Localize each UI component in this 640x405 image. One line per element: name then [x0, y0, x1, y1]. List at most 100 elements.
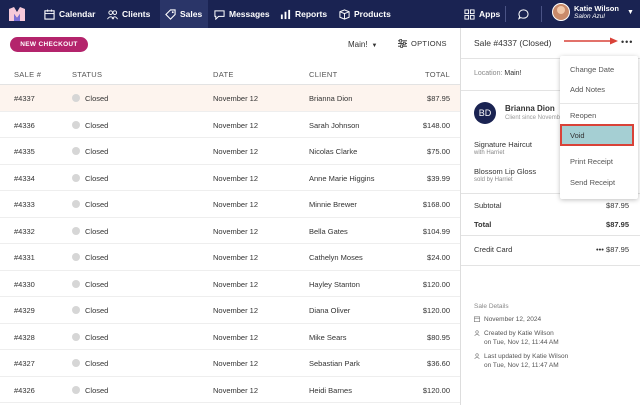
panel-title: Sale #4337 (Closed) — [474, 38, 552, 48]
subtotal-label: Subtotal — [474, 201, 502, 210]
nav-products[interactable]: Products — [339, 0, 391, 28]
table-row[interactable]: #4336 Closed November 12 Sarah Johnson $148.… — [0, 112, 460, 138]
client-name[interactable]: Brianna Dion — [505, 104, 555, 113]
table-row[interactable]: #4335 Closed November 12 Nicolas Clarke $75.… — [0, 138, 460, 165]
status-dot-icon — [72, 94, 80, 102]
cell-status: Closed — [72, 306, 108, 315]
status-label: Closed — [85, 359, 109, 368]
calendar-icon — [474, 316, 480, 322]
table-row[interactable]: #4328 Closed November 12 Mike Sears $80.95 — [0, 324, 460, 350]
table-row[interactable]: #4331 Closed November 12 Cathelyn Moses $24.… — [0, 244, 460, 271]
status-label: Closed — [85, 253, 109, 262]
table-row[interactable]: #4333 Closed November 12 Minnie Brewer $168.… — [0, 191, 460, 218]
status-label: Closed — [85, 226, 109, 236]
cell-date: November 12 — [213, 147, 259, 156]
cell-sale-number: #4334 — [14, 173, 35, 183]
table-row[interactable]: #4326 Closed November 12 Heidi Barnes $120.0… — [0, 377, 460, 403]
menu-item-add-notes[interactable]: Add Notes — [560, 78, 638, 100]
cell-sale-number: #4333 — [14, 200, 35, 209]
status-label: Closed — [85, 200, 109, 209]
cell-sale-number: #4337 — [14, 94, 35, 103]
cell-client: Mike Sears — [309, 332, 347, 342]
line-item-staff: with Harriet — [474, 150, 505, 156]
detail-created-by: Created by Katie Wilson — [484, 330, 554, 337]
cell-status: Closed — [72, 200, 108, 209]
new-checkout-button[interactable]: NEW CHECKOUT — [10, 37, 88, 52]
cell-status: Closed — [72, 385, 108, 395]
header-sale[interactable]: SALE # — [14, 70, 41, 79]
panel-location-label: Location: — [474, 70, 503, 77]
cell-status: Closed — [72, 173, 108, 183]
status-dot-icon — [72, 226, 80, 235]
detail-date-text: November 12, 2024 — [484, 316, 542, 323]
brand-logo[interactable] — [8, 6, 26, 22]
nav-messages[interactable]: Messages — [214, 0, 270, 28]
table-row[interactable]: #4334 Closed November 12 Anne Marie Higgins… — [0, 165, 460, 191]
menu-item-void[interactable]: Void — [560, 124, 634, 146]
header-status[interactable]: STATUS — [72, 70, 102, 79]
menu-item-print-receipt[interactable]: Print Receipt — [560, 150, 638, 172]
cell-status: Closed — [72, 279, 109, 289]
cell-total: $104.99 — [422, 226, 450, 236]
detail-updated: Last updated by Katie Wilson on Tue, Nov… — [474, 352, 568, 370]
detail-created-at: on Tue, Nov 12, 11:44 AM — [484, 339, 559, 346]
cell-date: November 12 — [213, 120, 259, 130]
tag-icon — [165, 8, 176, 20]
table-row[interactable]: #4337 Closed November 12 Brianna Dion $87.95 — [0, 85, 460, 112]
nav-clients[interactable]: Clients — [107, 0, 150, 28]
status-dot-icon — [72, 332, 80, 341]
chat-button[interactable] — [518, 0, 529, 28]
cell-sale-number: #4327 — [14, 359, 35, 368]
cell-client: Sarah Johnson — [309, 120, 360, 130]
nav-calendar[interactable]: Calendar — [44, 0, 95, 28]
subtotal-value: $87.95 — [606, 201, 629, 210]
sale-details-heading: Sale Details — [474, 303, 509, 310]
cell-date: November 12 — [213, 306, 259, 315]
user-menu[interactable]: Katie Wilson Salon Azul ▼ — [552, 3, 634, 21]
cell-total: $75.00 — [427, 147, 450, 156]
status-dot-icon — [72, 173, 80, 182]
menu-item-send-receipt[interactable]: Send Receipt — [560, 171, 638, 193]
more-options-button[interactable]: ••• — [621, 37, 633, 47]
nav-reports[interactable]: Reports — [280, 0, 327, 28]
table-row[interactable]: #4327 Closed November 12 Sebastian Park $36.… — [0, 350, 460, 377]
status-dot-icon — [72, 200, 80, 208]
table-row[interactable]: #4332 Closed November 12 Bella Gates $104.99 — [0, 218, 460, 244]
menu-item-change-date[interactable]: Change Date — [560, 58, 638, 80]
cell-sale-number: #4336 — [14, 120, 35, 130]
table-row[interactable]: #4329 Closed November 12 Diana Oliver $120.0… — [0, 297, 460, 324]
caret-down-icon: ▼ — [369, 43, 378, 49]
cell-total: $24.00 — [427, 253, 450, 262]
divider — [461, 235, 640, 236]
payment-value: $87.95 — [606, 245, 629, 254]
nav-clients-label: Clients — [122, 9, 151, 19]
payment-more-button[interactable]: ••• — [596, 245, 604, 254]
cell-date: November 12 — [213, 173, 259, 183]
header-client[interactable]: CLIENT — [309, 70, 337, 79]
options-button[interactable]: OPTIONS — [398, 39, 447, 48]
status-label: Closed — [85, 332, 109, 342]
status-dot-icon — [72, 306, 80, 314]
cell-client: Anne Marie Higgins — [309, 173, 375, 183]
header-date[interactable]: DATE — [213, 70, 234, 79]
nav-sales[interactable]: Sales — [160, 0, 208, 28]
cell-status: Closed — [72, 253, 108, 262]
table-body: #4337 Closed November 12 Brianna Dion $87.95… — [0, 85, 460, 403]
table-row[interactable]: #4330 Closed November 12 Hayley Stanton $120… — [0, 271, 460, 297]
cell-client: Cathelyn Moses — [309, 253, 363, 262]
nav-apps[interactable]: Apps — [464, 0, 500, 28]
location-select[interactable]: Main! ▼ — [348, 40, 377, 49]
header-total[interactable]: TOTAL — [425, 70, 450, 79]
cell-total: $148.00 — [422, 120, 450, 130]
menu-item-reopen[interactable]: Reopen — [560, 104, 638, 126]
options-label: OPTIONS — [411, 39, 447, 48]
status-label: Closed — [85, 279, 109, 289]
chat-bubble-icon — [518, 8, 529, 20]
nav-calendar-label: Calendar — [59, 9, 96, 19]
cell-status: Closed — [72, 147, 108, 156]
client-avatar[interactable]: BD — [474, 102, 496, 124]
chat-icon — [214, 9, 225, 20]
status-dot-icon — [72, 279, 80, 288]
cell-sale-number: #4335 — [14, 147, 35, 156]
total-label: Total — [474, 220, 492, 229]
